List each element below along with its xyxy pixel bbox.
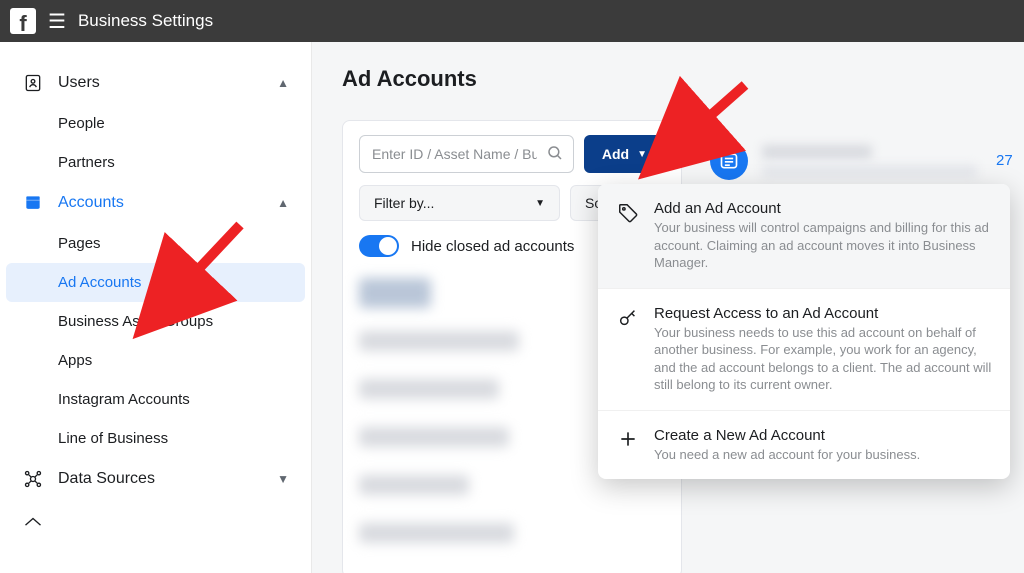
dropdown-item-create-new[interactable]: Create a New Ad Account You need a new a… [598,411,1010,480]
search-input[interactable] [359,135,574,173]
search-icon [546,144,564,165]
page-header-title: Business Settings [78,11,213,31]
add-button-label: Add [602,146,629,162]
toggle-label: Hide closed ad accounts [411,238,574,255]
dropdown-item-desc: Your business needs to use this ad accou… [654,324,992,394]
more-icon [22,510,44,532]
tag-icon [616,200,640,272]
filter-by-dropdown[interactable]: Filter by... ▼ [359,185,560,221]
key-icon [616,305,640,394]
sidebar-section-users[interactable]: Users ▲ [0,62,311,104]
sidebar-section-label: Accounts [58,194,277,212]
sidebar-item-line-of-business[interactable]: Line of Business [0,419,311,458]
annotation-arrow-icon [650,75,760,178]
sidebar-section-data-sources[interactable]: Data Sources ▼ [0,458,311,500]
add-dropdown-menu: Add an Ad Account Your business will con… [598,184,1010,479]
list-item[interactable] [359,515,665,551]
detail-title-redacted [762,145,977,177]
sidebar-item-instagram-accounts[interactable]: Instagram Accounts [0,380,311,419]
users-icon [22,72,44,94]
chevron-up-icon: ▲ [277,196,289,210]
caret-down-icon: ▼ [637,149,647,160]
filter-label: Filter by... [374,195,434,211]
dropdown-item-add-ad-account[interactable]: Add an Ad Account Your business will con… [598,184,1010,289]
accounts-icon [22,192,44,214]
menu-icon[interactable]: ☰ [48,9,66,34]
chevron-down-icon: ▼ [277,472,289,486]
chevron-up-icon: ▲ [277,76,289,90]
plus-icon [616,427,640,464]
detail-count: 27 [996,152,1013,169]
data-sources-icon [22,468,44,490]
dropdown-item-desc: You need a new ad account for your busin… [654,446,920,464]
facebook-logo-icon: f [10,8,36,34]
search-wrap [359,135,574,173]
dropdown-item-title: Add an Ad Account [654,200,992,217]
sidebar-section-label: Data Sources [58,470,277,488]
dropdown-item-request-access[interactable]: Request Access to an Ad Account Your bus… [598,289,1010,411]
sidebar-item-people[interactable]: People [0,104,311,143]
sidebar-section-label: Users [58,74,277,92]
top-bar: f ☰ Business Settings [0,0,1024,42]
dropdown-item-desc: Your business will control campaigns and… [654,219,992,272]
dropdown-item-title: Request Access to an Ad Account [654,305,992,322]
annotation-arrow-icon [140,215,250,338]
hide-closed-toggle[interactable] [359,235,399,257]
sidebar-item-apps[interactable]: Apps [0,341,311,380]
sidebar-item-partners[interactable]: Partners [0,143,311,182]
dropdown-item-title: Create a New Ad Account [654,427,920,444]
sidebar-section-more[interactable] [0,500,311,532]
caret-down-icon: ▼ [535,198,545,209]
